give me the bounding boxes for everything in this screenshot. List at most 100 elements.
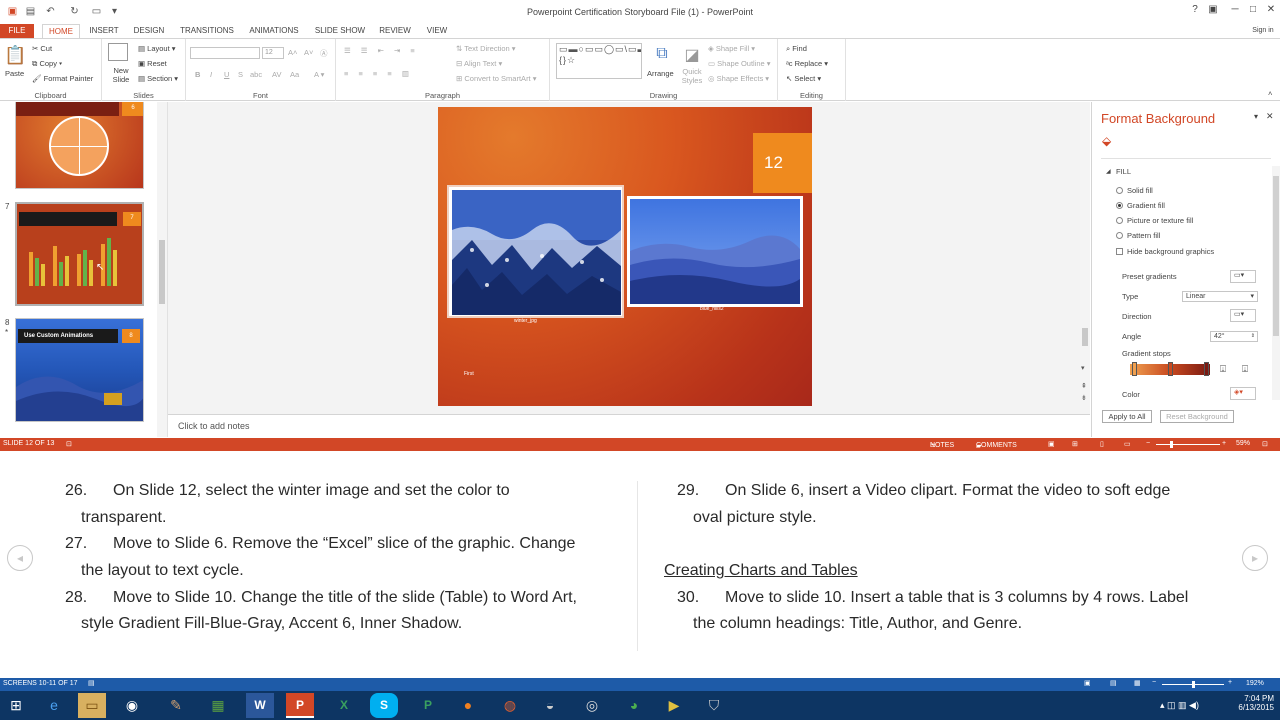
bold-icon[interactable]: B <box>195 70 200 79</box>
publisher-icon[interactable]: P <box>414 693 442 718</box>
chrome-icon[interactable]: ◕ <box>620 693 648 718</box>
app-icon-17[interactable]: ⛉ <box>700 693 728 718</box>
shape-effects-button[interactable]: ◎ Shape Effects ▾ <box>708 74 769 83</box>
underline-icon[interactable]: U <box>224 70 229 79</box>
tab-insert[interactable]: INSERT <box>84 24 124 38</box>
next-page-button[interactable]: ▸ <box>1242 545 1268 571</box>
tab-slide-show[interactable]: SLIDE SHOW <box>312 24 368 38</box>
section-button[interactable]: ▤ Section ▾ <box>138 74 178 83</box>
fit-slide-icon[interactable]: ⊡ <box>1262 440 1268 448</box>
shape-fill-button[interactable]: ◈ Shape Fill ▾ <box>708 44 755 53</box>
slide-number-box[interactable]: 12 <box>753 133 812 193</box>
gradient-fill-radio[interactable] <box>1116 202 1123 209</box>
zoom-slider[interactable] <box>1156 441 1220 448</box>
slide-thumbnail-7[interactable]: 7 ↖ <box>15 202 144 306</box>
pane-scrollbar[interactable] <box>1272 166 1280 400</box>
remove-stop-icon[interactable]: ⍗ <box>1242 364 1248 375</box>
reading-view-icon[interactable]: ▯ <box>1100 440 1104 448</box>
pattern-fill-label[interactable]: Pattern fill <box>1127 231 1160 240</box>
text-direction-button[interactable]: ⇅ Text Direction ▾ <box>456 44 516 53</box>
add-stop-icon[interactable]: ⍗ <box>1220 364 1226 375</box>
new-slide-label[interactable]: New Slide <box>108 66 134 84</box>
clear-formatting-icon[interactable]: Ⓐ <box>320 48 328 59</box>
layout-button[interactable]: ▤ Layout ▾ <box>138 44 176 53</box>
gradient-fill-label[interactable]: Gradient fill <box>1127 201 1165 210</box>
shape-outline-button[interactable]: ▭ Shape Outline ▾ <box>708 59 771 68</box>
tray-icons[interactable]: ▴ ◫ ▥ ◀) <box>1160 700 1199 711</box>
cut-button[interactable]: ✂ Cut <box>32 44 52 53</box>
zoom-out-icon[interactable]: − <box>1146 440 1150 447</box>
zoom-out-icon-2[interactable]: − <box>1152 679 1156 686</box>
slide-canvas[interactable]: 12 winter_jpg blue_hills2 First <box>438 107 812 406</box>
character-spacing-icon[interactable]: AV <box>272 70 281 79</box>
tab-animations[interactable]: ANIMATIONS <box>244 24 304 38</box>
print-layout-icon[interactable]: ▤ <box>1110 679 1117 687</box>
align-text-button[interactable]: ⊟ Align Text ▾ <box>456 59 502 68</box>
slideshow-icon[interactable]: ▭ <box>1124 440 1131 448</box>
list-icons[interactable]: ☰ ☰ ⇤ ⇥ ≡ <box>344 46 419 55</box>
minimize-button[interactable]: ─ <box>1226 4 1244 18</box>
paste-icon[interactable]: 📋 <box>4 45 26 66</box>
app-icon-4[interactable]: ✎ <box>162 693 190 718</box>
shapes-gallery[interactable]: ▭▬○▭▭◯▭\▭▬⌐⊏⊐↗△◇⌒⌢(){}☆ <box>556 43 642 79</box>
skype-icon[interactable]: S <box>370 693 398 718</box>
prev-page-button[interactable]: ◂ <box>7 545 33 571</box>
pane-options-icon[interactable]: ▾ <box>1254 112 1258 121</box>
change-case-icon[interactable]: Aa <box>290 70 299 79</box>
word-icon[interactable]: W <box>246 693 274 718</box>
winter-image[interactable] <box>447 185 624 318</box>
italic-icon[interactable]: I <box>210 70 212 79</box>
excel-icon[interactable]: X <box>330 693 358 718</box>
type-dropdown[interactable]: Linear ▾ <box>1182 291 1258 302</box>
ribbon-display-icon[interactable]: ▣ <box>1204 4 1222 18</box>
quick-styles-icon[interactable]: ◪ <box>682 45 702 65</box>
fill-collapse-icon[interactable]: ◢ <box>1106 168 1111 175</box>
zoom-in-icon-2[interactable]: + <box>1228 679 1232 686</box>
powerpoint-icon[interactable]: P <box>286 693 314 718</box>
slide-thumbnail-6[interactable]: 6 <box>15 102 144 189</box>
picture-fill-radio[interactable] <box>1116 217 1123 224</box>
arrange-icon[interactable]: ⧉ <box>650 45 674 63</box>
preset-gradients-dropdown[interactable]: ▭▾ <box>1230 270 1256 283</box>
direction-dropdown[interactable]: ▭▾ <box>1230 309 1256 322</box>
steam-icon[interactable]: ◉ <box>118 693 146 718</box>
hide-graphics-checkbox[interactable] <box>1116 248 1123 255</box>
grow-font-icon[interactable]: A˄ <box>288 48 297 57</box>
zoom-in-icon[interactable]: + <box>1222 440 1226 447</box>
doc-zoom-slider[interactable] <box>1162 681 1224 688</box>
new-slide-icon[interactable] <box>108 43 128 61</box>
web-layout-icon[interactable]: ▦ <box>1134 679 1141 687</box>
fill-bucket-icon[interactable]: ⬙ <box>1102 134 1111 148</box>
close-button[interactable]: ✕ <box>1262 4 1280 18</box>
reset-background-button[interactable]: Reset Background <box>1160 410 1234 423</box>
sign-in-link[interactable]: Sign in <box>1246 24 1280 38</box>
solid-fill-label[interactable]: Solid fill <box>1127 186 1153 195</box>
tab-transitions[interactable]: TRANSITIONS <box>176 24 238 38</box>
blue-hills-image[interactable] <box>627 196 803 307</box>
arrange-label[interactable]: Arrange <box>647 69 674 78</box>
minecraft-icon[interactable]: ▦ <box>204 693 232 718</box>
align-icons[interactable]: ≡ ≡ ≡ ≡ ▥ <box>344 69 413 78</box>
normal-view-icon[interactable]: ▣ <box>1048 440 1055 448</box>
maximize-button[interactable]: □ <box>1244 4 1262 18</box>
gradient-stops-bar[interactable] <box>1130 362 1210 376</box>
font-name-field[interactable] <box>190 47 260 59</box>
help-icon[interactable]: ? <box>1186 4 1204 18</box>
convert-smartart-button[interactable]: ⊞ Convert to SmartArt ▾ <box>456 74 537 83</box>
format-painter-button[interactable]: 🖌 Format Painter <box>32 74 93 83</box>
fill-header[interactable]: FILL <box>1116 167 1131 176</box>
slide-thumbnail-8[interactable]: Use Custom Animations 8 <box>15 318 144 422</box>
spell-check-icon[interactable]: ⊡ <box>66 440 72 448</box>
tab-review[interactable]: REVIEW <box>376 24 414 38</box>
slide-scrollbar[interactable]: ▾ ⇞ ⇟ <box>1080 102 1090 414</box>
tab-file[interactable]: FILE <box>0 24 34 38</box>
tab-home[interactable]: HOME <box>42 24 80 38</box>
paste-label[interactable]: Paste <box>5 69 24 78</box>
tab-design[interactable]: DESIGN <box>128 24 170 38</box>
select-button[interactable]: ↖ Select ▾ <box>786 74 821 83</box>
font-size-field[interactable]: 12 <box>262 47 284 59</box>
shadow-icon[interactable]: S <box>238 70 243 79</box>
copy-button[interactable]: ⧉ Copy ▾ <box>32 59 62 69</box>
app-icon-12[interactable]: ◍ <box>496 693 524 718</box>
document-icon[interactable]: ▤ <box>88 679 95 687</box>
